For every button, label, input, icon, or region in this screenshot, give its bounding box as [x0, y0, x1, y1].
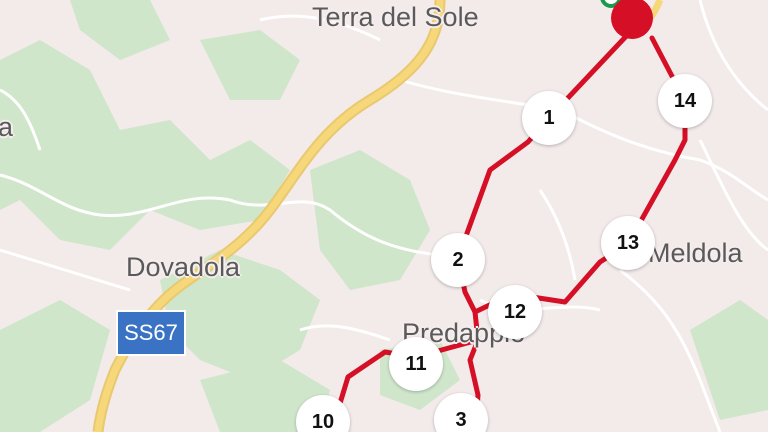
- route-stop-1[interactable]: 1: [522, 91, 576, 145]
- route-stop-13[interactable]: 13: [601, 216, 655, 270]
- route-stop-11[interactable]: 11: [389, 337, 443, 391]
- map-background: [0, 0, 768, 432]
- map-canvas[interactable]: Terra del Sole Dovadola Predappio Meldol…: [0, 0, 768, 432]
- place-label-meldola: Meldola: [648, 238, 743, 268]
- route-stop-12[interactable]: 12: [488, 285, 542, 339]
- route-stop-2[interactable]: 2: [431, 233, 485, 287]
- place-label-terra-del-sole: Terra del Sole: [312, 2, 479, 32]
- place-label-dovadola: Dovadola: [126, 252, 241, 282]
- route-stop-14[interactable]: 14: [658, 74, 712, 128]
- place-label-partial: a: [0, 112, 14, 142]
- road-shield-ss67: SS67: [116, 310, 186, 356]
